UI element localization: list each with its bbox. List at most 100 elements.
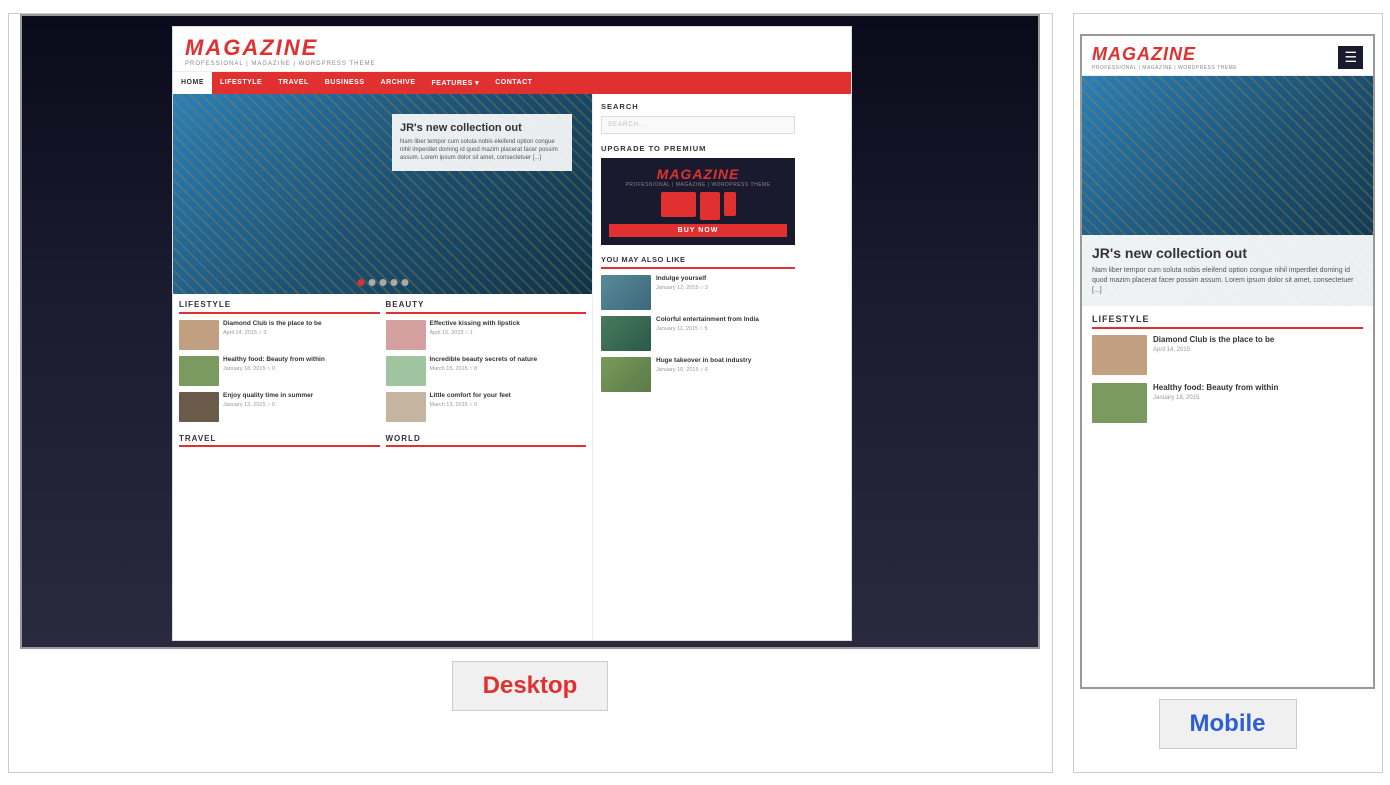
search-placeholder: SEARCH... bbox=[608, 122, 647, 128]
hero-body: Nam liber tempor cum soluta nobis eleife… bbox=[400, 138, 564, 163]
mob-item-text: Diamond Club is the place to be April 14… bbox=[1153, 335, 1274, 353]
mob-hero-text: Nam liber tempor cum soluta nobis eleife… bbox=[1092, 266, 1363, 295]
hero-dot-5[interactable] bbox=[401, 279, 408, 286]
nav-lifestyle[interactable]: LIFESTYLE bbox=[212, 72, 270, 94]
mob-item-meta: April 14, 2015 bbox=[1153, 347, 1274, 353]
hero-dot-4[interactable] bbox=[390, 279, 397, 286]
item-meta: April 15, 2015 ○ 1 bbox=[430, 330, 520, 336]
item-text: Effective kissing with lipstick April 15… bbox=[430, 320, 520, 336]
device-phone bbox=[724, 192, 736, 216]
may-like-thumb-3 bbox=[601, 357, 651, 392]
upgrade-logo: MAGAZINE bbox=[609, 166, 787, 182]
item-meta: March 15, 2015 ○ 8 bbox=[430, 366, 538, 372]
mob-lifestyle-section: LIFESTYLE Diamond Club is the place to b… bbox=[1082, 306, 1373, 439]
desktop-panel: MAGAZINE PROFESSIONAL | MAGAZINE | WORDP… bbox=[8, 13, 1053, 773]
may-like-text: Huge takeover in boat industry January 1… bbox=[656, 357, 751, 373]
upgrade-banner: MAGAZINE PROFESSIONAL | MAGAZINE | WORDP… bbox=[601, 158, 795, 245]
item-title: Incredible beauty secrets of nature bbox=[430, 356, 538, 364]
nav-features[interactable]: FEATURES ▾ bbox=[424, 72, 488, 94]
mob-header: MAGAZINE PROFESSIONAL | MAGAZINE | WORDP… bbox=[1082, 36, 1373, 76]
may-like-thumb-2 bbox=[601, 316, 651, 351]
nav-travel[interactable]: TRAVEL bbox=[270, 72, 316, 94]
mob-item-text: Healthy food: Beauty from within January… bbox=[1153, 383, 1278, 401]
mob-thumb-2 bbox=[1092, 383, 1147, 423]
desktop-label: Desktop bbox=[452, 661, 609, 711]
upgrade-label: UPGRADE TO PREMIUM bbox=[601, 144, 795, 153]
hero-slider: JR's new collection out Nam liber tempor… bbox=[173, 94, 592, 294]
mag-logo-sub: PROFESSIONAL | MAGAZINE | WORDPRESS THEM… bbox=[185, 61, 839, 67]
item-text: Little comfort for your feet March 13, 2… bbox=[430, 392, 511, 408]
hero-title: JR's new collection out bbox=[400, 122, 564, 134]
nav-business[interactable]: BUSINESS bbox=[317, 72, 373, 94]
mob-hero-title: JR's new collection out bbox=[1092, 245, 1363, 261]
search-section: SEARCH SEARCH... bbox=[601, 102, 795, 134]
hero-text-box: JR's new collection out Nam liber tempor… bbox=[392, 114, 572, 171]
may-like-text: Indulge yourself January 12, 2015 ○ 3 bbox=[656, 275, 708, 291]
mob-logo-area: MAGAZINE PROFESSIONAL | MAGAZINE | WORDP… bbox=[1092, 44, 1237, 71]
item-title: Diamond Club is the place to be bbox=[223, 320, 322, 328]
hero-dot-3[interactable] bbox=[379, 279, 386, 286]
magazine-inner-screenshot: MAGAZINE PROFESSIONAL | MAGAZINE | WORDP… bbox=[172, 26, 852, 641]
mobile-panel: MAGAZINE PROFESSIONAL | MAGAZINE | WORDP… bbox=[1073, 13, 1383, 773]
list-item: Little comfort for your feet March 13, 2… bbox=[386, 392, 587, 422]
travel-title: TRAVEL bbox=[179, 434, 380, 447]
lifestyle-section-title: LIFESTYLE bbox=[179, 300, 380, 314]
mobile-label: Mobile bbox=[1159, 699, 1297, 749]
nav-contact[interactable]: CONTACT bbox=[487, 72, 540, 94]
list-item: Diamond Club is the place to be April 14… bbox=[1092, 335, 1363, 375]
item-meta: April 14, 2015 ○ 3 bbox=[223, 330, 322, 336]
nav-home[interactable]: HOME bbox=[173, 72, 212, 94]
list-item: Huge takeover in boat industry January 1… bbox=[601, 357, 795, 392]
mag-nav: HOME LIFESTYLE TRAVEL BUSINESS ARCHIVE F… bbox=[173, 72, 851, 94]
item-text: Diamond Club is the place to be April 14… bbox=[223, 320, 322, 336]
mob-item-title: Healthy food: Beauty from within bbox=[1153, 383, 1278, 393]
list-item: Enjoy quality time in summer January 13,… bbox=[179, 392, 380, 422]
thumb-lifestyle-2 bbox=[179, 356, 219, 386]
item-meta: January 13, 2015 ○ 0 bbox=[223, 402, 313, 408]
hero-dot-1[interactable] bbox=[357, 279, 364, 286]
hero-dots bbox=[357, 279, 408, 286]
item-text: Healthy food: Beauty from within January… bbox=[223, 356, 325, 372]
buy-now-button[interactable]: BUY NOW bbox=[609, 224, 787, 237]
nav-archive[interactable]: ARCHIVE bbox=[373, 72, 424, 94]
item-title: Little comfort for your feet bbox=[430, 392, 511, 400]
item-title: Healthy food: Beauty from within bbox=[223, 356, 325, 364]
lifestyle-section: LIFESTYLE Diamond Club is the place to b… bbox=[179, 300, 380, 428]
thumb-beauty-1 bbox=[386, 320, 426, 350]
mag-sections-row: LIFESTYLE Diamond Club is the place to b… bbox=[173, 294, 592, 434]
mag-sidebar: SEARCH SEARCH... UPGRADE TO PREMIUM MAGA… bbox=[593, 94, 803, 641]
item-meta: January 11, 2015 ○ 5 bbox=[656, 326, 759, 332]
thumb-lifestyle-1 bbox=[179, 320, 219, 350]
mob-item-title: Diamond Club is the place to be bbox=[1153, 335, 1274, 345]
list-item: Incredible beauty secrets of nature Marc… bbox=[386, 356, 587, 386]
mob-logo: MAGAZINE bbox=[1092, 44, 1237, 65]
desktop-screenshot: MAGAZINE PROFESSIONAL | MAGAZINE | WORDP… bbox=[20, 14, 1040, 649]
may-like-thumb-1 bbox=[601, 275, 651, 310]
mag-logo: MAGAZINE bbox=[185, 35, 839, 61]
item-title: Indulge yourself bbox=[656, 275, 708, 283]
item-title: Effective kissing with lipstick bbox=[430, 320, 520, 328]
world-title: WORLD bbox=[386, 434, 587, 447]
world-section-header: WORLD bbox=[386, 434, 587, 451]
list-item: Healthy food: Beauty from within January… bbox=[179, 356, 380, 386]
item-text: Incredible beauty secrets of nature Marc… bbox=[430, 356, 538, 372]
hero-dot-2[interactable] bbox=[368, 279, 375, 286]
hamburger-icon[interactable]: ☰ bbox=[1338, 46, 1363, 69]
section-row-bottom: TRAVEL WORLD bbox=[173, 434, 592, 451]
thumb-beauty-3 bbox=[386, 392, 426, 422]
device-monitor bbox=[661, 192, 696, 217]
beauty-section: BEAUTY Effective kissing with lipstick A… bbox=[386, 300, 587, 428]
item-meta: January 18, 2015 ○ 0 bbox=[223, 366, 325, 372]
search-input[interactable]: SEARCH... bbox=[601, 116, 795, 134]
item-title: Enjoy quality time in summer bbox=[223, 392, 313, 400]
mob-hero-content: JR's new collection out Nam liber tempor… bbox=[1082, 235, 1373, 305]
item-text: Enjoy quality time in summer January 13,… bbox=[223, 392, 313, 408]
item-title: Colorful entertainment from India bbox=[656, 316, 759, 324]
mob-item-meta: January 18, 2015 bbox=[1153, 395, 1278, 401]
may-like-text: Colorful entertainment from India Januar… bbox=[656, 316, 759, 332]
travel-section-header: TRAVEL bbox=[179, 434, 380, 451]
mag-content: JR's new collection out Nam liber tempor… bbox=[173, 94, 851, 641]
you-may-like-section: YOU MAY ALSO LIKE Indulge yourself Janua… bbox=[601, 255, 795, 392]
list-item: Colorful entertainment from India Januar… bbox=[601, 316, 795, 351]
upgrade-section: UPGRADE TO PREMIUM MAGAZINE PROFESSIONAL… bbox=[601, 144, 795, 245]
